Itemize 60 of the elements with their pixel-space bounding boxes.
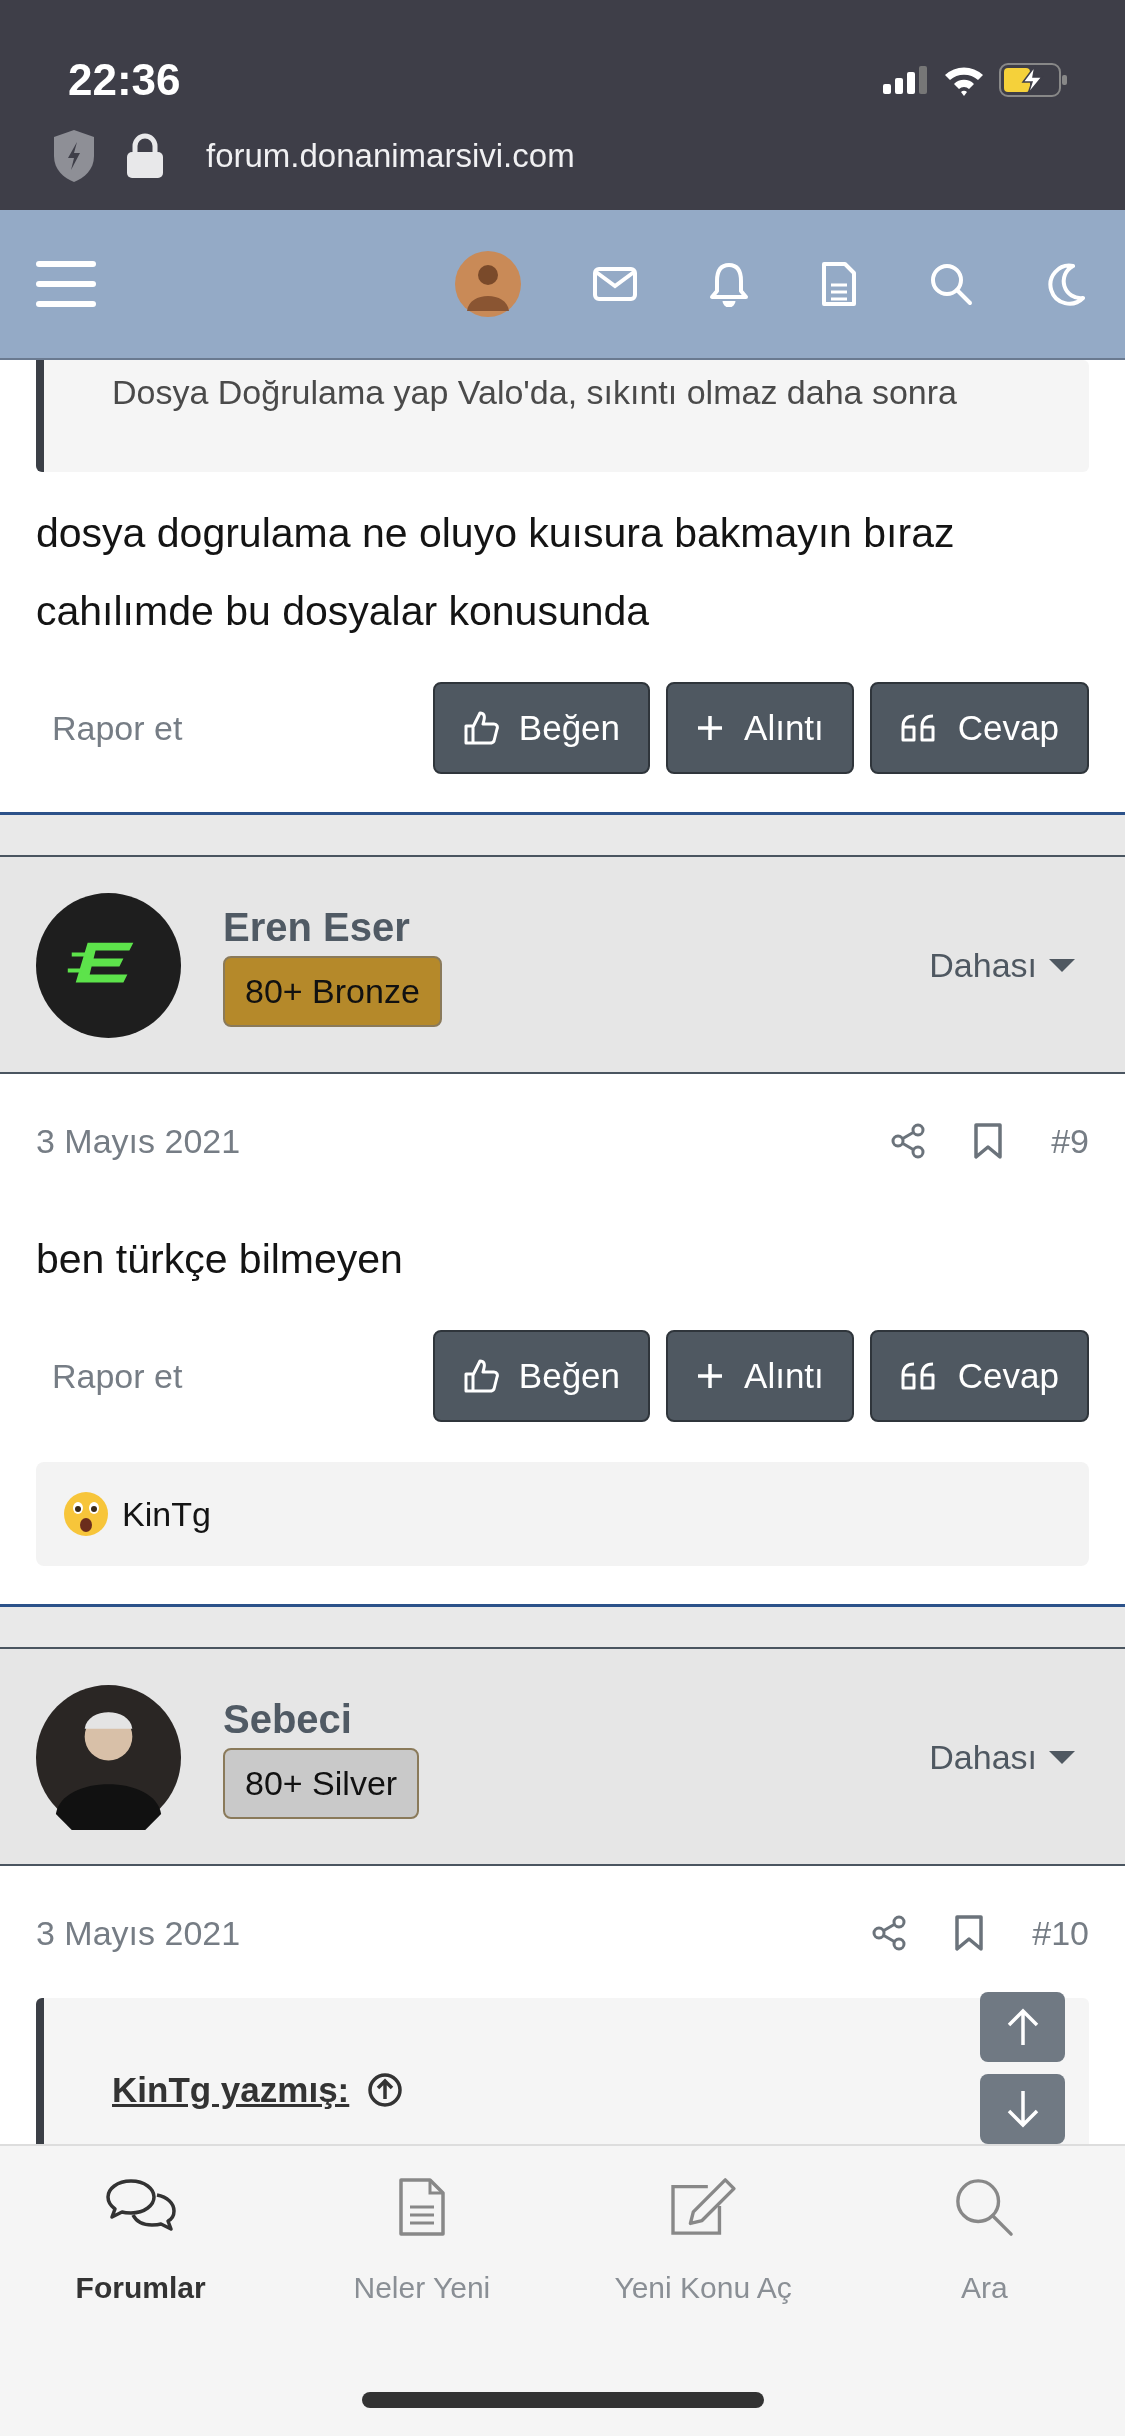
signal-icon <box>883 66 929 94</box>
post-date[interactable]: 3 Mayıs 2021 <box>36 1913 825 1953</box>
tab-bar-item[interactable]: Forumlar <box>0 2176 282 2306</box>
post-text: dosya dogrulama ne oluyo kuısura bakmayın bıraz cahılımde bu dosyalar konusunda <box>36 509 956 636</box>
thumbs-up-icon <box>462 1358 499 1394</box>
mail-icon[interactable] <box>593 267 637 301</box>
avatar[interactable] <box>36 893 181 1038</box>
action-button[interactable]: Cevap <box>869 682 1089 774</box>
tab-bar-item[interactable]: Ara <box>843 2176 1125 2306</box>
scroll-down-button[interactable] <box>980 2074 1065 2144</box>
status-time: 22:36 <box>68 55 181 105</box>
astonished-face-icon <box>62 1490 110 1538</box>
quote-author-link[interactable]: KinTg yazmış: <box>112 2070 350 2110</box>
avatar[interactable] <box>36 1685 181 1830</box>
share-icon[interactable] <box>872 1915 907 1951</box>
action-button[interactable]: Cevap <box>869 1330 1089 1422</box>
report-link[interactable]: Rapor et <box>36 708 183 748</box>
action-button[interactable]: Beğen <box>432 682 651 774</box>
bell-icon[interactable] <box>709 261 749 307</box>
post-number[interactable]: #10 <box>1032 1913 1089 1953</box>
menu-icon[interactable] <box>36 259 96 309</box>
caret-icon <box>1049 1750 1075 1765</box>
url-text[interactable]: forum.donanimarsivi.com <box>206 137 575 175</box>
scroll-up-button[interactable] <box>980 1992 1065 2062</box>
caret-icon <box>1049 958 1075 973</box>
report-link[interactable]: Rapor et <box>36 1356 183 1396</box>
action-button[interactable]: Alıntı <box>666 682 854 774</box>
reaction-user[interactable]: KinTg <box>122 1494 211 1534</box>
plus-icon <box>696 714 725 742</box>
battery-icon <box>999 63 1069 97</box>
quote-marks-icon <box>899 1361 938 1391</box>
arrow-up-circle-icon[interactable] <box>367 2072 404 2108</box>
post-date[interactable]: 3 Mayıs 2021 <box>36 1121 844 1161</box>
action-button[interactable]: Beğen <box>432 1330 651 1422</box>
action-button[interactable]: Alıntı <box>666 1330 854 1422</box>
more-button[interactable]: Dahası <box>929 1738 1075 1777</box>
document-icon[interactable] <box>821 261 857 307</box>
more-button[interactable]: Dahası <box>929 946 1075 985</box>
document-icon <box>397 2177 446 2237</box>
lock-icon <box>126 133 164 179</box>
bookmark-icon[interactable] <box>973 1122 1004 1160</box>
shield-icon[interactable] <box>52 128 96 184</box>
thumbs-up-icon <box>462 710 499 746</box>
quote-text: Dosya Doğrulama yap Valo'da, sıkıntı olmaz daha sonra <box>112 372 958 413</box>
quote-marks-icon <box>899 713 938 743</box>
plus-icon <box>696 1362 725 1390</box>
user-badge: 80+ Silver <box>223 1747 420 1819</box>
share-icon[interactable] <box>891 1123 926 1159</box>
post-text: ben türkçe bilmeyen <box>36 1235 404 1284</box>
moon-icon[interactable] <box>1045 262 1085 306</box>
author-name[interactable]: Sebeci <box>223 1696 352 1742</box>
bookmark-icon[interactable] <box>954 1914 985 1952</box>
edit-icon <box>668 2177 739 2237</box>
tab-bar-item[interactable]: Neler Yeni <box>281 2176 563 2306</box>
tab-bar-item[interactable]: Yeni Konu Aç <box>562 2176 844 2306</box>
post-number[interactable]: #9 <box>1051 1121 1089 1161</box>
search-icon <box>953 2177 1016 2237</box>
search-icon[interactable] <box>929 262 973 306</box>
author-name[interactable]: Eren Eser <box>223 904 410 950</box>
user-badge: 80+ Bronze <box>223 955 442 1027</box>
